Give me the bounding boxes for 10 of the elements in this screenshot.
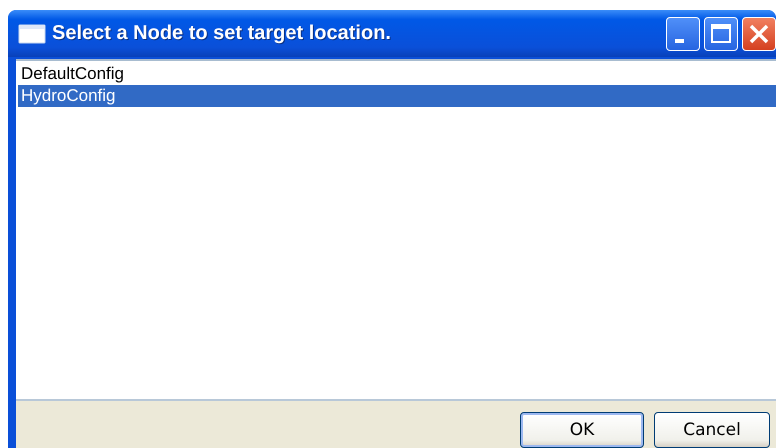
maximize-button[interactable] bbox=[704, 16, 738, 50]
dialog-button[interactable]: Cancel bbox=[654, 412, 770, 448]
dialog-button[interactable]: OK bbox=[520, 412, 644, 448]
list-item[interactable]: DefaultConfig bbox=[18, 63, 776, 85]
window-icon bbox=[18, 24, 46, 44]
list-item[interactable]: HydroConfig bbox=[18, 85, 776, 107]
close-button[interactable] bbox=[742, 16, 776, 50]
minimize-button[interactable] bbox=[666, 16, 700, 50]
minimize-icon bbox=[675, 38, 684, 42]
window-title: Select a Node to set target location. bbox=[52, 22, 392, 45]
